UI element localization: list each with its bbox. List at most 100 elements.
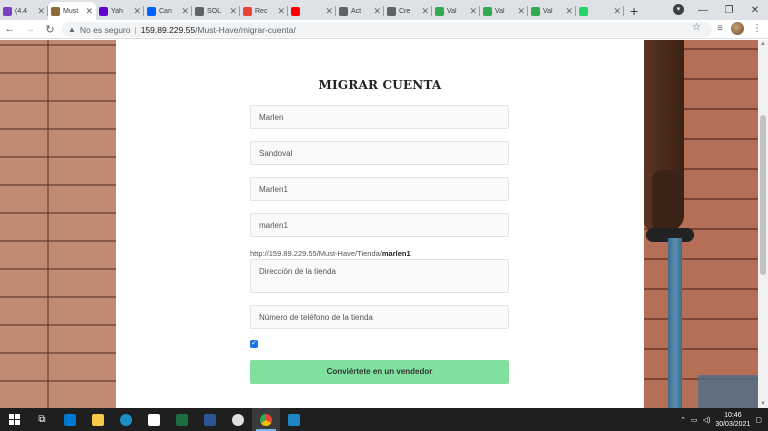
tab-title: Val: [543, 7, 553, 15]
store-phone-input[interactable]: Número de teléfono de la tienda: [250, 305, 509, 329]
store-address-input[interactable]: Dirección de la tienda: [250, 259, 509, 293]
tab-close-icon[interactable]: ✕: [229, 6, 237, 17]
tab-favicon-icon: [387, 6, 396, 16]
browser-tab[interactable]: Must ✕: [48, 2, 96, 20]
notification-icon[interactable]: ▢: [755, 416, 762, 424]
excel-icon[interactable]: [168, 408, 196, 431]
forward-icon[interactable]: →: [20, 23, 40, 35]
tab-favicon-icon: [99, 6, 108, 16]
browser-tab[interactable]: Yah ✕: [96, 2, 144, 20]
browser-toolbar: ← → ↻ ▲ No es seguro | 159.89.229.55/Mus…: [0, 20, 768, 39]
tab-title: Val: [495, 7, 505, 15]
back-icon[interactable]: ←: [0, 23, 20, 35]
tab-close-icon[interactable]: ✕: [565, 6, 573, 17]
tab-search-icon[interactable]: ▾: [673, 4, 684, 15]
become-vendor-button[interactable]: Conviértete en un vendedor: [250, 360, 509, 384]
address-path: /Must-Have/migrar-cuenta/: [195, 24, 296, 35]
tab-close-icon[interactable]: ✕: [325, 6, 333, 17]
clock-time: 10:46: [724, 411, 742, 419]
shop-name-input[interactable]: Marlen1: [250, 177, 509, 201]
tab-close-icon[interactable]: ✕: [181, 6, 189, 17]
tab-favicon-icon: [243, 6, 252, 16]
browser-tab[interactable]: (4.4 ✕: [0, 2, 48, 20]
tab-title: Rec: [255, 7, 268, 15]
tab-favicon-icon: [531, 6, 540, 16]
tab-strip: (4.4 ✕ Must ✕ Yah ✕ Can ✕ SOL ✕ Rec ✕ ✕ Act ✕ Cre ✕ Val ✕ V…: [0, 0, 768, 20]
browser-tab[interactable]: Rec ✕: [240, 2, 288, 20]
mail-app-icon[interactable]: [56, 408, 84, 431]
tab-title: Must: [63, 7, 79, 15]
profile-avatar[interactable]: [731, 22, 744, 35]
store-app-icon[interactable]: [140, 408, 168, 431]
browser-tab[interactable]: ✕: [576, 2, 624, 20]
task-view-icon[interactable]: ⧉: [28, 408, 56, 431]
tray-chevron-icon[interactable]: ⌃: [680, 416, 686, 424]
new-tab-button[interactable]: +: [624, 2, 644, 20]
tab-favicon-icon: [195, 6, 204, 16]
tab-close-icon[interactable]: ✕: [517, 6, 525, 17]
browser-tab[interactable]: SOL ✕: [192, 2, 240, 20]
close-window-button[interactable]: ✕: [742, 5, 768, 16]
media-control-icon[interactable]: ≡: [717, 23, 723, 34]
page-scrollbar[interactable]: ▲ ▼: [758, 40, 768, 408]
windows-taskbar: ⧉ ⌃ ▭ ◁) 10:46 30/03/2021 ▢: [0, 408, 768, 431]
windows-start-icon[interactable]: [0, 408, 28, 431]
browser-tab[interactable]: Val ✕: [480, 2, 528, 20]
browser-tab[interactable]: Act ✕: [336, 2, 384, 20]
minimize-button[interactable]: —: [690, 5, 716, 16]
clock-date: 30/03/2021: [715, 420, 751, 428]
background-pole: [668, 238, 682, 408]
network-icon[interactable]: ▭: [691, 416, 698, 424]
scrollbar-thumb[interactable]: [760, 115, 766, 275]
taskbar-clock[interactable]: 10:46 30/03/2021: [715, 411, 750, 429]
migrate-account-form: MIGRAR CUENTA Marlen Sandoval Marlen1 ma…: [116, 40, 644, 408]
last-name-input[interactable]: Sandoval: [250, 141, 509, 165]
tab-close-icon[interactable]: ✕: [37, 6, 45, 17]
tab-title: Act: [351, 7, 362, 15]
reload-icon[interactable]: ↻: [40, 23, 60, 36]
tab-title: SOL: [207, 7, 222, 15]
photos-app-icon[interactable]: [280, 408, 308, 431]
address-divider: |: [134, 24, 137, 35]
background-person-hand: [652, 170, 680, 232]
tab-close-icon[interactable]: ✕: [373, 6, 381, 17]
browser-tab[interactable]: Can ✕: [144, 2, 192, 20]
page-viewport: MIGRAR CUENTA Marlen Sandoval Marlen1 ma…: [0, 40, 768, 408]
tab-favicon-icon: [3, 6, 12, 16]
scroll-up-icon[interactable]: ▲: [758, 41, 768, 47]
tab-close-icon[interactable]: ✕: [85, 6, 93, 17]
terms-checkbox[interactable]: ✓: [250, 340, 258, 348]
browser-tab[interactable]: Val ✕: [432, 2, 480, 20]
tab-close-icon[interactable]: ✕: [421, 6, 429, 17]
volume-icon[interactable]: ◁): [703, 416, 711, 424]
scroll-down-icon[interactable]: ▼: [758, 401, 768, 407]
paint-app-icon[interactable]: [224, 408, 252, 431]
tab-close-icon[interactable]: ✕: [469, 6, 477, 17]
tab-close-icon[interactable]: ✕: [613, 6, 621, 17]
address-bar[interactable]: ▲ No es seguro | 159.89.229.55/Must-Have…: [62, 22, 712, 37]
browser-tab[interactable]: ✕: [288, 2, 336, 20]
restore-button[interactable]: ❐: [716, 5, 742, 16]
file-explorer-icon[interactable]: [84, 408, 112, 431]
system-tray: ⌃ ▭ ◁) 10:46 30/03/2021 ▢: [680, 408, 768, 431]
tab-close-icon[interactable]: ✕: [277, 6, 285, 17]
menu-dots-icon[interactable]: ⋮: [752, 23, 762, 34]
store-url-slug: marlen1: [381, 249, 411, 258]
edge-browser-icon[interactable]: [112, 408, 140, 431]
tab-favicon-icon: [339, 6, 348, 16]
shop-url-input[interactable]: marlen1: [250, 213, 509, 237]
tab-title: Yah: [111, 7, 123, 15]
first-name-input[interactable]: Marlen: [250, 105, 509, 129]
word-icon[interactable]: [196, 408, 224, 431]
tab-title: Cre: [399, 7, 411, 15]
chrome-icon[interactable]: [252, 408, 280, 431]
tab-favicon-icon: [579, 6, 588, 16]
tab-favicon-icon: [147, 6, 156, 16]
browser-tab[interactable]: Val ✕: [528, 2, 576, 20]
bookmark-star-icon[interactable]: ☆: [692, 22, 701, 33]
tab-close-icon[interactable]: ✕: [133, 6, 141, 17]
tab-favicon-icon: [483, 6, 492, 16]
browser-tab[interactable]: Cre ✕: [384, 2, 432, 20]
tab-title: Can: [159, 7, 172, 15]
tab-title: (4.4: [15, 7, 28, 15]
